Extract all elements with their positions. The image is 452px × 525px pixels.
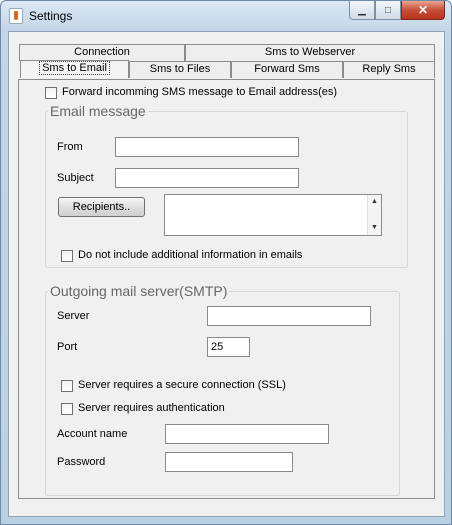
smtp-title: Outgoing mail server(SMTP) [48,283,230,299]
forward-sms-label: Forward incomming SMS message to Email a… [62,86,338,98]
maximize-icon: □ [384,4,392,16]
window-title: Settings [29,9,73,23]
no-info-label: Do not include additional information in… [78,249,303,261]
tab-forward-sms[interactable]: Forward Sms [231,61,343,78]
ssl-checkbox[interactable] [61,380,73,392]
recipients-button[interactable]: Recipients.. [58,197,145,217]
java-cup-icon [9,8,23,24]
tab-label: Connection [74,46,130,58]
forward-sms-checkbox[interactable] [45,87,57,99]
password-input[interactable] [165,452,293,472]
tab-label: Reply Sms [362,63,416,75]
tab-label: Forward Sms [254,63,320,75]
no-info-checkbox[interactable] [61,250,73,262]
auth-label: Server requires authentication [78,402,225,414]
auth-checkbox[interactable] [61,403,73,415]
tab-sms-to-webserver[interactable]: Sms to Webserver [185,44,435,61]
subject-label: Subject [57,172,94,184]
recipients-scrollbar[interactable]: ▲ ▼ [367,195,381,235]
minimize-button[interactable]: ▁ [349,1,375,20]
port-label: Port [57,341,78,353]
from-label: From [57,141,83,153]
scroll-down-icon[interactable]: ▼ [368,222,381,234]
ssl-label: Server requires a secure connection (SSL… [78,379,286,391]
tab-reply-sms[interactable]: Reply Sms [343,61,435,78]
close-button[interactable]: ✕ [401,1,445,20]
from-input[interactable] [115,137,299,157]
close-icon: ✕ [417,3,429,17]
tab-sms-to-email[interactable]: Sms to Email [20,60,129,78]
minimize-icon: ▁ [358,4,366,16]
server-input[interactable] [207,306,371,326]
password-label: Password [57,456,106,468]
subject-input[interactable] [115,168,299,188]
account-name-label: Account name [57,428,128,440]
tab-label: Sms to Email [39,61,110,75]
email-message-title: Email message [48,103,148,119]
tab-label: Sms to Files [149,63,211,75]
tab-label: Sms to Webserver [264,46,356,58]
sms-to-email-panel: Forward incomming SMS message to Email a… [18,79,435,499]
recipients-textarea[interactable]: ▲ ▼ [164,194,382,236]
caption-buttons: ▁ □ ✕ [349,1,445,21]
maximize-button[interactable]: □ [375,1,401,20]
email-message-group [45,111,408,268]
port-input[interactable] [207,337,250,357]
settings-window: Settings ▁ □ ✕ Connection Sms to Webserv… [0,0,452,525]
server-label: Server [57,310,90,322]
account-name-input[interactable] [165,424,329,444]
scroll-up-icon[interactable]: ▲ [368,196,381,208]
dialog-client-area: Connection Sms to Webserver Sms to Email… [8,31,445,517]
tab-sms-to-files[interactable]: Sms to Files [129,61,231,78]
tab-connection[interactable]: Connection [19,44,185,61]
title-bar[interactable]: Settings ▁ □ ✕ [1,1,451,31]
